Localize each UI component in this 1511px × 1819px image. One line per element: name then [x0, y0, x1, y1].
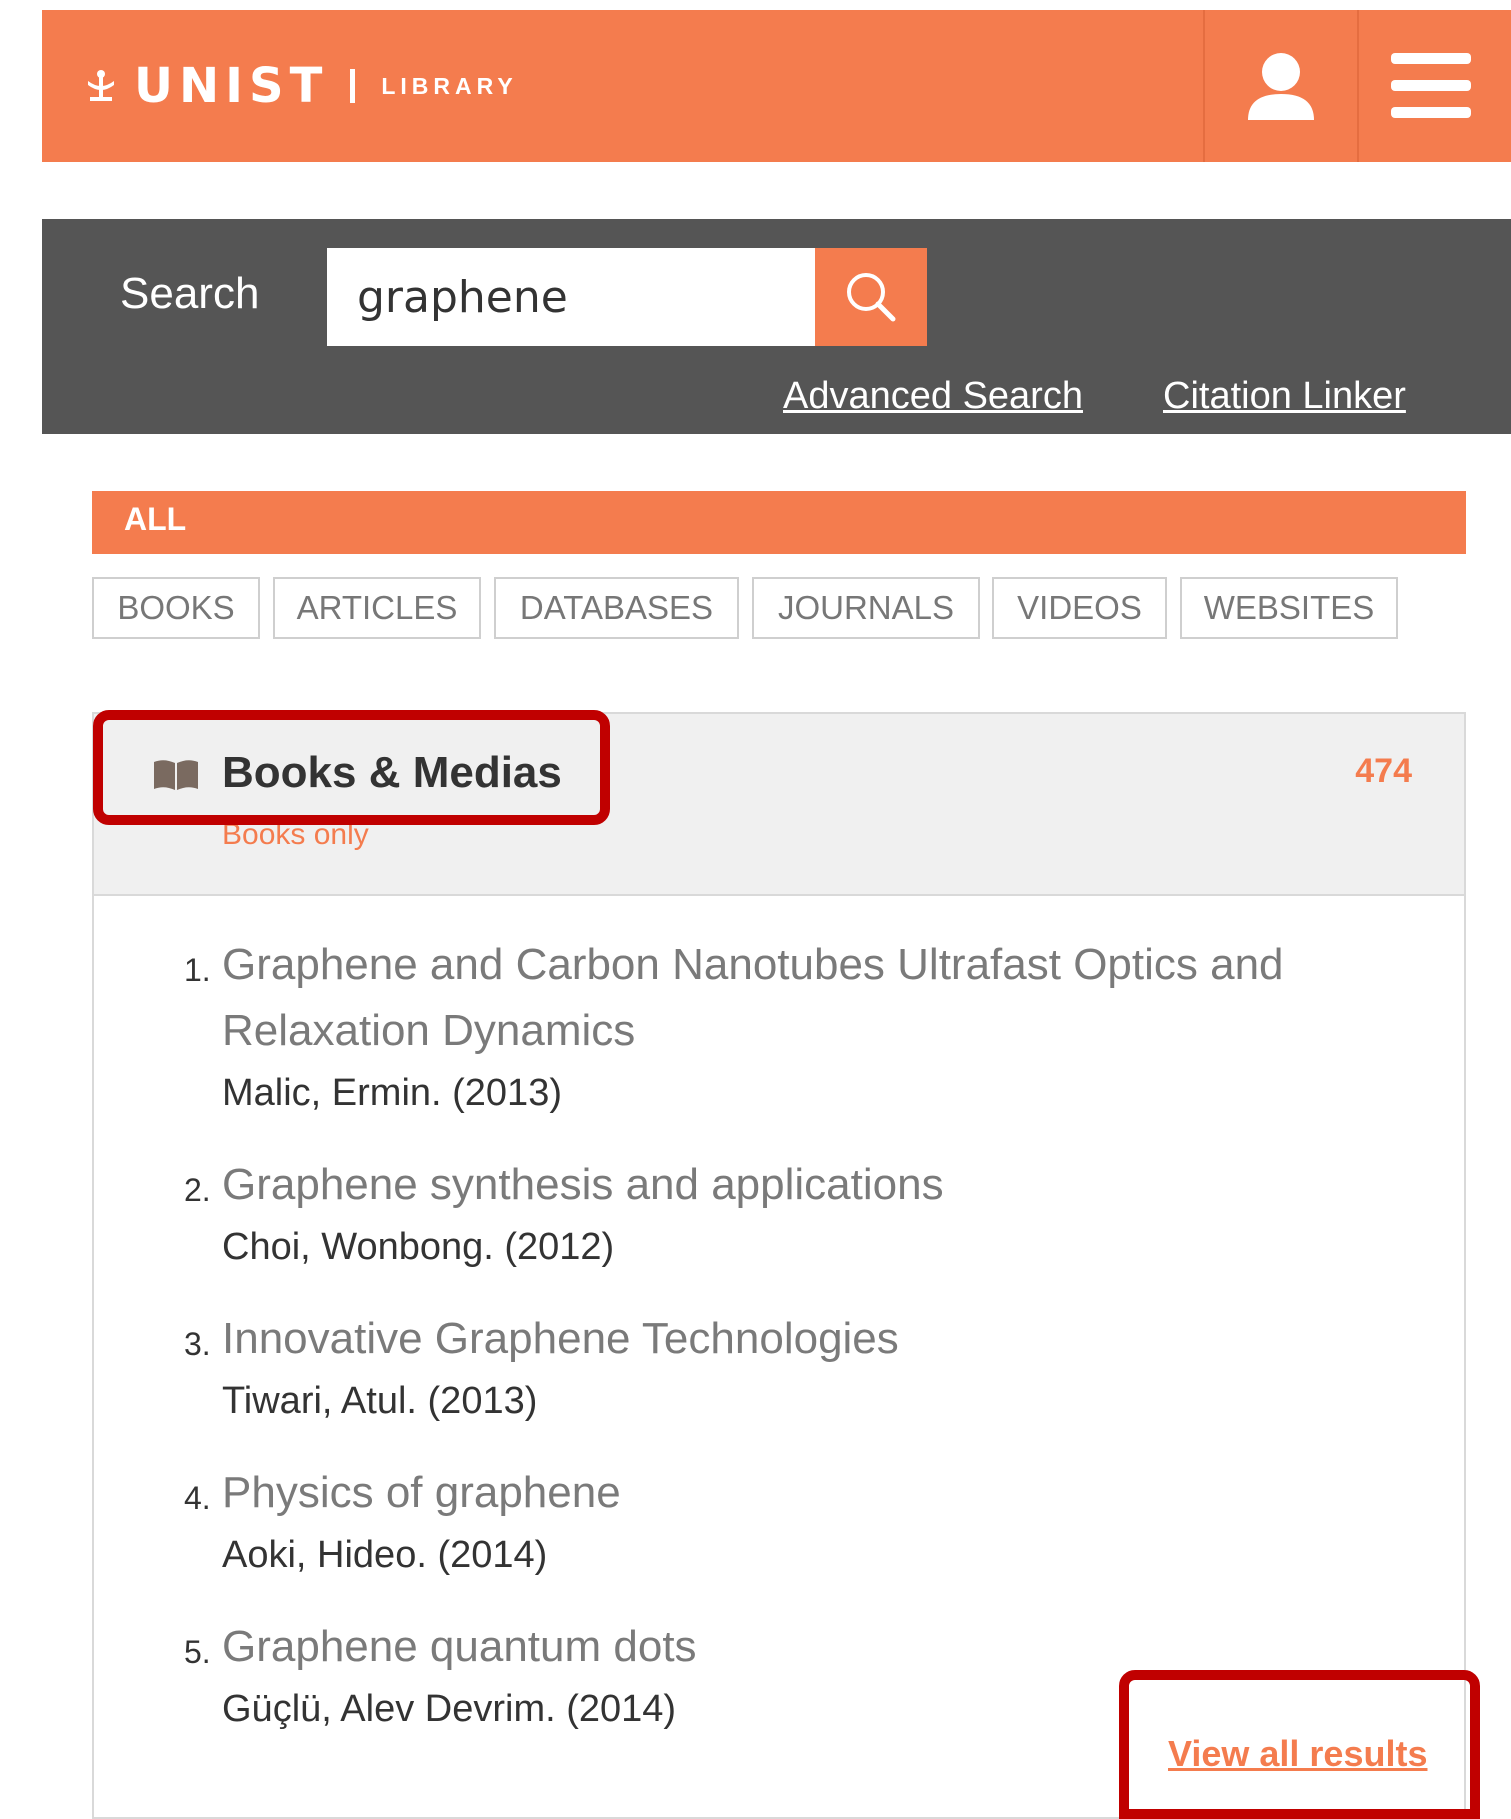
- tab-books[interactable]: BOOKS: [92, 577, 260, 639]
- result-author: Aoki, Hideo. (2014): [222, 1534, 548, 1576]
- result-number: 3.: [184, 1326, 211, 1362]
- logo[interactable]: UNIST LIBRARY: [82, 10, 518, 162]
- advanced-search-link[interactable]: Advanced Search: [783, 375, 1083, 418]
- result-author: Güçlü, Alev Devrim. (2014): [222, 1688, 677, 1730]
- results-section-title[interactable]: Books & Medias: [222, 748, 562, 798]
- hamburger-menu-icon: [1390, 53, 1471, 118]
- tab-articles[interactable]: ARTICLES: [273, 577, 481, 639]
- logo-divider: [350, 69, 356, 103]
- user-account-button[interactable]: [1205, 10, 1357, 162]
- result-number: 5.: [184, 1634, 211, 1670]
- results-card: Books & Medias Books only 474 1. Graphen…: [92, 712, 1466, 1819]
- result-title-link[interactable]: Graphene synthesis and applications: [222, 1152, 1322, 1218]
- tab-websites[interactable]: WEBSITES: [1180, 577, 1398, 639]
- books-only-filter-link[interactable]: Books only: [222, 818, 369, 852]
- tab-databases[interactable]: DATABASES: [494, 577, 739, 639]
- top-header: UNIST LIBRARY: [42, 10, 1511, 162]
- emblem-icon: [88, 70, 114, 101]
- result-number: 2.: [184, 1172, 211, 1208]
- open-book-icon: [154, 760, 198, 790]
- result-author: Tiwari, Atul. (2013): [222, 1380, 538, 1422]
- user-icon: [1248, 53, 1314, 120]
- results-card-header: Books & Medias Books only 474: [94, 714, 1464, 896]
- tab-videos[interactable]: VIDEOS: [992, 577, 1167, 639]
- result-author: Choi, Wonbong. (2012): [222, 1226, 615, 1268]
- search-panel: Search Advanced Search Citation Linker: [42, 219, 1511, 434]
- result-number: 4.: [184, 1480, 211, 1516]
- result-author: Malic, Ermin. (2013): [222, 1072, 562, 1114]
- results-count: 474: [1355, 752, 1412, 790]
- result-title-link[interactable]: Graphene quantum dots: [222, 1614, 1322, 1680]
- citation-linker-link[interactable]: Citation Linker: [1163, 375, 1406, 418]
- menu-button[interactable]: [1359, 10, 1502, 162]
- result-number: 1.: [184, 952, 211, 988]
- logo-wordmark: UNIST: [134, 58, 329, 114]
- logo-subtitle: LIBRARY: [381, 72, 518, 99]
- view-all-results-link[interactable]: View all results: [1168, 1733, 1427, 1775]
- tab-all[interactable]: ALL: [92, 491, 1466, 554]
- search-input[interactable]: [327, 248, 815, 346]
- result-title-link[interactable]: Innovative Graphene Technologies: [222, 1306, 1322, 1372]
- search-icon: [847, 273, 896, 322]
- result-title-link[interactable]: Graphene and Carbon Nanotubes Ultrafast …: [222, 932, 1322, 1064]
- result-title-link[interactable]: Physics of graphene: [222, 1460, 1322, 1526]
- search-button[interactable]: [815, 248, 927, 346]
- tab-journals[interactable]: JOURNALS: [752, 577, 980, 639]
- search-label: Search: [120, 269, 260, 318]
- tab-all-label: ALL: [124, 501, 187, 537]
